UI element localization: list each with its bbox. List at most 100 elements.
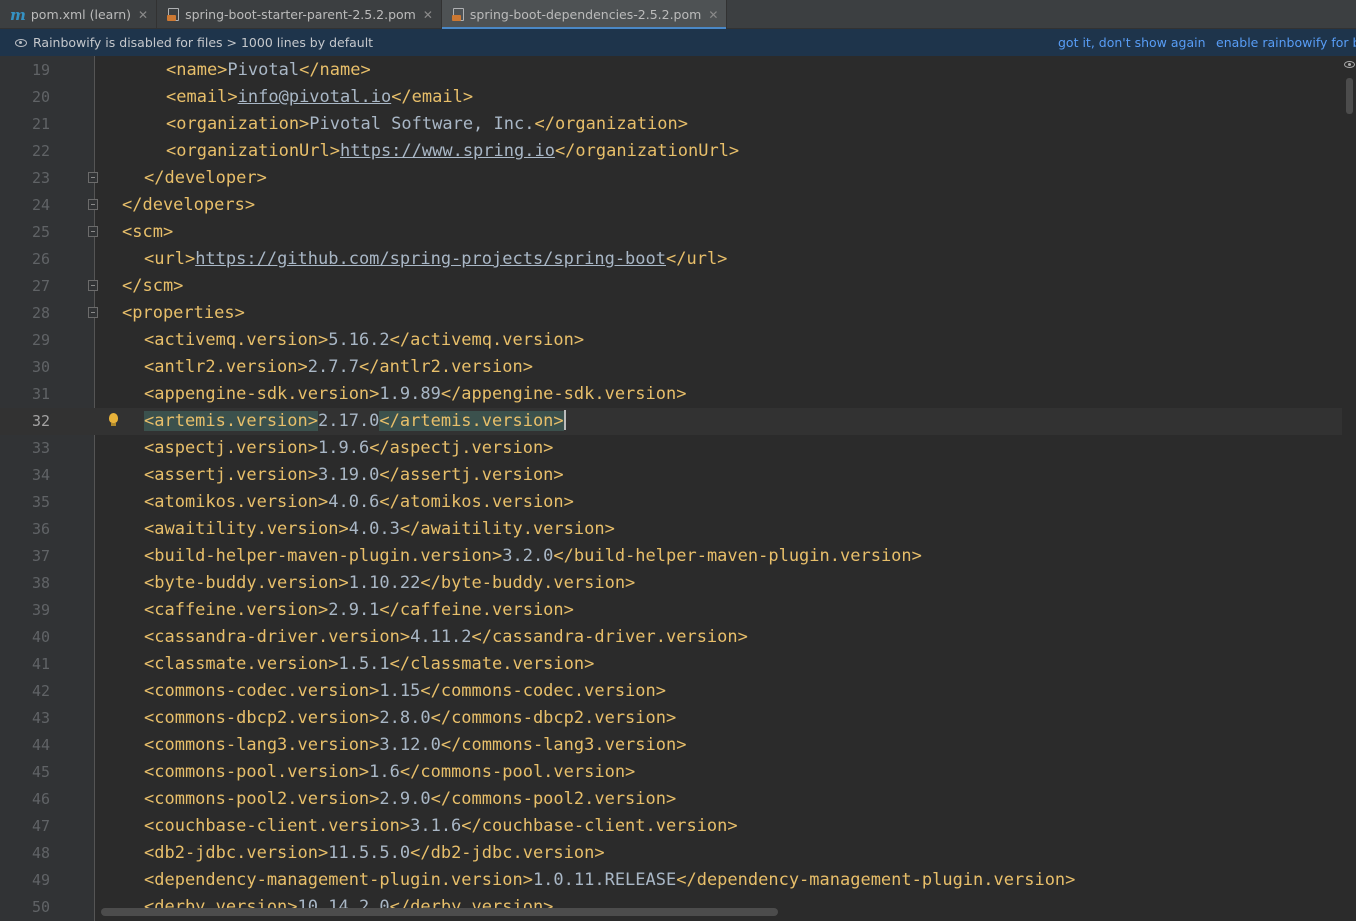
tag-value: 2.8.0 [379, 708, 431, 728]
code-line[interactable]: 46 <commons-pool2.version>2.9.0</commons-… [0, 786, 1356, 813]
xml-open-tag: <name> [166, 60, 228, 80]
code-line[interactable]: 20 <email>info@pivotal.io</email> [0, 84, 1356, 111]
tag-value: 1.5.1 [338, 654, 390, 674]
xml-open-tag: <atomikos.version> [144, 492, 329, 512]
code-line[interactable]: 47 <couchbase-client.version>3.1.6</couch… [0, 813, 1356, 840]
code-line[interactable]: 24 </developers> [0, 192, 1356, 219]
code-line[interactable]: 41 <classmate.version>1.5.1</classmate.ve… [0, 651, 1356, 678]
horizontal-scrollbar[interactable] [101, 908, 778, 916]
code-line[interactable]: 42 <commons-codec.version>1.15</commons-c… [0, 678, 1356, 705]
code-line[interactable]: 19 <name>Pivotal</name> [0, 57, 1356, 84]
xml-close-tag: </activemq.version> [389, 330, 585, 350]
code-line[interactable]: 38 <byte-buddy.version>1.10.22</byte-budd… [0, 570, 1356, 597]
xml-close-tag: </name> [299, 60, 371, 80]
fold-marker-icon[interactable] [88, 172, 98, 185]
xml-close-tag: </commons-dbcp2.version> [430, 708, 677, 728]
code-line[interactable]: 34 <assertj.version>3.19.0</assertj.versi… [0, 462, 1356, 489]
code-text: <appengine-sdk.version>1.9.89</appengine… [144, 381, 686, 408]
code-text: <cassandra-driver.version>4.11.2</cassan… [144, 624, 748, 651]
code-line[interactable]: 35 <atomikos.version>4.0.6</atomikos.vers… [0, 489, 1356, 516]
tag-value: 1.9.6 [318, 438, 370, 458]
code-line[interactable]: 26 <url>https://github.com/spring-project… [0, 246, 1356, 273]
xml-close-tag: </commons-lang3.version> [440, 735, 687, 755]
tab-pom-xml-learn[interactable]: m pom.xml (learn) ✕ [0, 0, 158, 29]
dont-show-again-link[interactable]: got it, don't show again [1058, 35, 1206, 50]
xml-open-tag: <cassandra-driver.version> [144, 627, 411, 647]
xml-open-tag: <db2-jdbc.version> [144, 843, 329, 863]
xml-close-tag: </organizationUrl> [554, 141, 740, 161]
intention-bulb-icon[interactable] [108, 413, 118, 429]
line-number: 41 [31, 655, 50, 673]
code-line[interactable]: 28 <properties> [0, 300, 1356, 327]
link-text[interactable]: https://www.spring.io [340, 141, 555, 161]
pom-file-icon [451, 7, 465, 22]
fold-marker-icon[interactable] [88, 226, 98, 239]
code-line[interactable]: 44 <commons-lang3.version>3.12.0</commons… [0, 732, 1356, 759]
code-text: <db2-jdbc.version>11.5.5.0</db2-jdbc.ver… [144, 840, 605, 867]
code-line[interactable]: 31 <appengine-sdk.version>1.9.89</appengi… [0, 381, 1356, 408]
code-line[interactable]: 22 <organizationUrl>https://www.spring.io… [0, 138, 1356, 165]
xml-close-tag: </caffeine.version> [379, 600, 574, 620]
code-text: </developers> [122, 192, 255, 219]
code-line[interactable]: 21 <organization>Pivotal Software, Inc.</… [0, 111, 1356, 138]
line-number: 48 [31, 844, 50, 862]
xml-close-tag: </commons-pool2.version> [430, 789, 677, 809]
fold-marker-icon[interactable] [88, 280, 98, 293]
code-line[interactable]: 29 <activemq.version>5.16.2</activemq.ver… [0, 327, 1356, 354]
line-number: 46 [31, 790, 50, 808]
line-number: 43 [31, 709, 50, 727]
xml-open-tag: </scm> [122, 276, 184, 296]
code-line[interactable]: 23 </developer> [0, 165, 1356, 192]
code-text: </scm> [122, 273, 183, 300]
code-line[interactable]: 43 <commons-dbcp2.version>2.8.0</commons-… [0, 705, 1356, 732]
enable-rainbowify-link[interactable]: enable rainbowify for bi [1216, 35, 1356, 50]
code-text: <build-helper-maven-plugin.version>3.2.0… [144, 543, 922, 570]
code-line[interactable]: 30 <antlr2.version>2.7.7</antlr2.version> [0, 354, 1356, 381]
code-text: <awaitility.version>4.0.3</awaitility.ve… [144, 516, 615, 543]
link-text[interactable]: info@pivotal.io [238, 87, 392, 107]
xml-close-tag: </artemis.version> [379, 411, 564, 431]
line-number: 31 [31, 385, 50, 403]
close-icon[interactable]: ✕ [708, 8, 718, 22]
code-line[interactable]: 37 <build-helper-maven-plugin.version>3.2… [0, 543, 1356, 570]
reader-mode-eye-icon[interactable] [1344, 61, 1355, 68]
code-line[interactable]: 49 <dependency-management-plugin.version>… [0, 867, 1356, 894]
fold-marker-icon[interactable] [88, 199, 98, 212]
code-line[interactable]: 40 <cassandra-driver.version>4.11.2</cass… [0, 624, 1356, 651]
tab-spring-boot-starter-parent[interactable]: spring-boot-starter-parent-2.5.2.pom ✕ [157, 0, 442, 29]
tab-spring-boot-dependencies[interactable]: spring-boot-dependencies-2.5.2.pom ✕ [441, 0, 728, 30]
code-line[interactable]: 48 <db2-jdbc.version>11.5.5.0</db2-jdbc.v… [0, 840, 1356, 867]
tag-value: 2.9.0 [379, 789, 431, 809]
xml-open-tag: <caffeine.version> [144, 600, 329, 620]
line-number: 20 [31, 88, 50, 106]
close-icon[interactable]: ✕ [423, 8, 433, 22]
line-number: 27 [31, 277, 50, 295]
link-text[interactable]: https://github.com/spring-projects/sprin… [195, 249, 666, 269]
code-line[interactable]: 32 <artemis.version>2.17.0</artemis.versi… [0, 408, 1356, 435]
code-editor[interactable]: 19 <name>Pivotal</name> 20 <email>info@pivo… [0, 56, 1356, 921]
tab-label: pom.xml (learn) [30, 7, 132, 22]
xml-open-tag: <dependency-management-plugin.version> [144, 870, 533, 890]
line-number: 24 [31, 196, 50, 214]
xml-close-tag: </assertj.version> [379, 465, 564, 485]
code-line[interactable]: 45 <commons-pool.version>1.6</commons-poo… [0, 759, 1356, 786]
line-number: 36 [31, 520, 50, 538]
code-line[interactable]: 36 <awaitility.version>4.0.3</awaitility.… [0, 516, 1356, 543]
code-line[interactable]: 25 <scm> [0, 219, 1356, 246]
code-line[interactable]: 33 <aspectj.version>1.9.6</aspectj.versio… [0, 435, 1356, 462]
xml-open-tag: <classmate.version> [144, 654, 339, 674]
vertical-scrollbar[interactable] [1346, 78, 1353, 114]
xml-open-tag: <commons-codec.version> [144, 681, 380, 701]
tag-value: 1.10.22 [348, 573, 421, 593]
tag-value: 4.11.2 [410, 627, 472, 647]
xml-close-tag: </commons-pool.version> [399, 762, 636, 782]
line-number: 38 [31, 574, 50, 592]
code-text: <scm> [122, 219, 173, 246]
code-line[interactable]: 27 </scm> [0, 273, 1356, 300]
close-icon[interactable]: ✕ [138, 8, 148, 22]
xml-open-tag: <byte-buddy.version> [144, 573, 349, 593]
fold-marker-icon[interactable] [88, 307, 98, 320]
tag-value: 2.9.1 [328, 600, 380, 620]
code-line[interactable]: 39 <caffeine.version>2.9.1</caffeine.vers… [0, 597, 1356, 624]
tag-value: 1.9.89 [379, 384, 441, 404]
